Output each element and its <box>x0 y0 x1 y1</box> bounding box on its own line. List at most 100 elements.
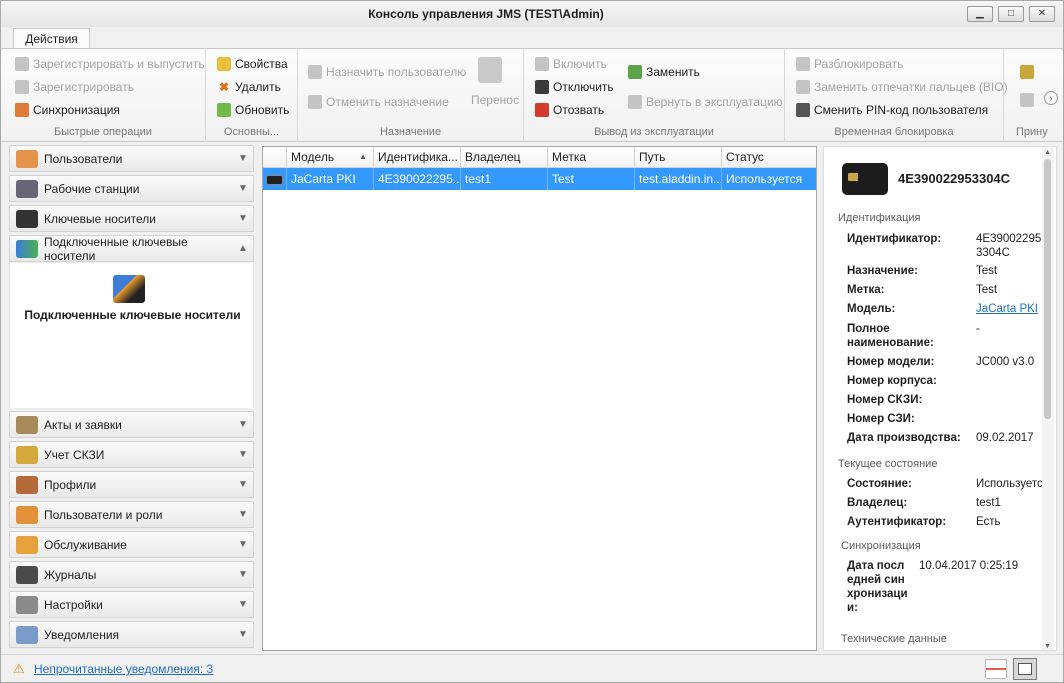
field-value: Test <box>976 265 998 277</box>
group-label: Основны... <box>223 126 280 138</box>
section-title: Технические данные <box>841 633 947 645</box>
detail-scrollbar[interactable]: ▲ ▼ <box>1042 147 1054 650</box>
token-card-icon <box>842 163 888 195</box>
connected-tokens-panel: Подключенные ключевые носители <box>9 263 254 408</box>
properties-button[interactable]: Свойства <box>217 55 288 73</box>
workstation-icon <box>16 179 38 198</box>
transfer-button[interactable]: Перенос <box>471 91 519 109</box>
section-title: Синхронизация <box>841 540 921 552</box>
field-key: Владелец: <box>847 497 908 509</box>
sidebar-item-journals[interactable]: Журналы ▼ <box>9 561 254 588</box>
layout-vertical-icon[interactable] <box>1013 658 1037 680</box>
token-row-icon <box>263 168 287 190</box>
unblock-button[interactable]: Разблокировать <box>796 55 903 73</box>
sidebar-item-settings[interactable]: Настройки ▼ <box>9 591 254 618</box>
group-assignment: Назначить пользователю Отменить назначен… <box>298 49 524 142</box>
delete-button[interactable]: ✖ Удалить <box>217 78 281 96</box>
connected-token-large-icon[interactable] <box>113 275 145 303</box>
column-header-icon[interactable] <box>263 147 287 168</box>
sync-icon <box>15 103 29 117</box>
minimize-icon[interactable]: ▁ <box>967 6 993 22</box>
replace-button[interactable]: Заменить <box>628 63 700 81</box>
refresh-icon <box>217 103 231 117</box>
enable-button[interactable]: Включить <box>535 55 607 73</box>
sidebar-item-connected-tokens[interactable]: Подключенные ключевые носители ▲ <box>9 235 254 263</box>
register-icon <box>15 80 29 94</box>
sidebar-item-maintenance[interactable]: Обслуживание ▼ <box>9 531 254 558</box>
forced-icon-2[interactable] <box>1020 93 1034 107</box>
close-icon[interactable]: ✕ <box>1029 6 1055 22</box>
chevron-down-icon: ▼ <box>238 629 248 640</box>
sidebar-item-profiles[interactable]: Профили ▼ <box>9 471 254 498</box>
unassign-button[interactable]: Отменить назначение <box>308 93 449 111</box>
cell-status: Используется <box>726 172 803 186</box>
chevron-down-icon: ▼ <box>238 599 248 610</box>
disable-button[interactable]: Отключить <box>535 78 614 96</box>
column-header-status[interactable]: Статус <box>722 147 816 168</box>
status-bar: ⚠ Непрочитанные уведомления: 3 <box>1 654 1063 682</box>
model-link[interactable]: JaCarta PKI <box>976 302 1038 316</box>
change-pin-button[interactable]: Сменить PIN-код пользователя <box>796 101 988 119</box>
cell-label: Test <box>548 168 635 190</box>
ribbon-tabs: Действия <box>1 27 1063 50</box>
sync-button[interactable]: Синхронизация <box>15 101 120 119</box>
group-label: Быстрые операции <box>54 126 152 138</box>
scroll-up-icon[interactable]: ▲ <box>1044 149 1051 156</box>
settings-icon <box>16 595 38 614</box>
chevron-down-icon: ▼ <box>238 569 248 580</box>
field-key: Номер корпуса: <box>847 375 937 387</box>
scroll-thumb[interactable] <box>1044 159 1051 419</box>
group-label: Прину <box>1016 126 1048 138</box>
field-key: Назначение: <box>847 265 918 277</box>
scroll-down-icon[interactable]: ▼ <box>1044 643 1051 650</box>
revoke-button[interactable]: Отозвать <box>535 101 604 119</box>
column-header-id[interactable]: Идентифика... <box>374 147 461 168</box>
chevron-down-icon: ▼ <box>238 213 248 224</box>
field-value: Есть <box>976 516 1001 528</box>
sidebar-item-users[interactable]: Пользователи ▼ <box>9 145 254 172</box>
sidebar-item-notifications[interactable]: Уведомления ▼ <box>9 621 254 648</box>
forced-icon[interactable] <box>1020 65 1034 79</box>
selected-section-caption[interactable]: Подключенные ключевые носители <box>10 308 255 322</box>
sidebar-item-acts[interactable]: Акты и заявки ▼ <box>9 411 254 438</box>
sidebar-item-workstations[interactable]: Рабочие станции ▼ <box>9 175 254 202</box>
register-issue-button[interactable]: Зарегистрировать и выпустить <box>15 55 205 73</box>
field-value: 10.04.2017 0:25:19 <box>919 560 1019 572</box>
field-value: - <box>976 323 980 335</box>
sidebar-item-users-roles[interactable]: Пользователи и роли ▼ <box>9 501 254 528</box>
column-header-owner[interactable]: Владелец <box>461 147 548 168</box>
layout-horizontal-icon[interactable] <box>985 659 1007 679</box>
field-key: Модель: <box>847 303 896 315</box>
lock-icon <box>16 445 38 464</box>
return-button[interactable]: Вернуть в эксплуатацию <box>628 93 783 111</box>
replace-fingerprints-button[interactable]: Заменить отпечатки пальцев (BIO) <box>796 78 1008 96</box>
unblock-icon <box>796 57 810 71</box>
column-header-model[interactable]: Модель ▲ <box>287 147 374 168</box>
register-button[interactable]: Зарегистрировать <box>15 78 134 96</box>
tab-actions[interactable]: Действия <box>13 28 90 50</box>
refresh-button[interactable]: Обновить <box>217 101 289 119</box>
assign-user-button[interactable]: Назначить пользователю <box>308 63 466 81</box>
ribbon: Зарегистрировать и выпустить Зарегистрир… <box>1 48 1063 142</box>
section-title: Идентификация <box>838 212 921 224</box>
replace-icon <box>628 65 642 79</box>
return-icon <box>628 95 642 109</box>
sort-asc-icon: ▲ <box>359 152 367 161</box>
ribbon-scroll-icon[interactable]: › <box>1044 91 1058 105</box>
pin-icon <box>796 103 810 117</box>
column-header-label[interactable]: Метка <box>548 147 635 168</box>
chevron-down-icon: ▼ <box>238 509 248 520</box>
properties-icon <box>217 57 231 71</box>
table-row[interactable]: JaCarta PKI 4E390022295... test1 Test te… <box>263 168 816 190</box>
sidebar-item-skzi[interactable]: Учет СКЗИ ▼ <box>9 441 254 468</box>
column-header-path[interactable]: Путь <box>635 147 722 168</box>
disable-icon <box>535 80 549 94</box>
token-icon <box>16 209 38 228</box>
field-key: Номер модели: <box>847 356 935 368</box>
sidebar-item-tokens[interactable]: Ключевые носители ▼ <box>9 205 254 232</box>
group-decommission: Включить Отключить Отозвать Заменить Вер… <box>524 49 785 142</box>
unread-notifications-link[interactable]: Непрочитанные уведомления: 3 <box>34 662 213 676</box>
group-quick-ops: Зарегистрировать и выпустить Зарегистрир… <box>1 49 206 142</box>
maximize-icon[interactable]: □ <box>998 6 1024 22</box>
group-temp-block: Разблокировать Заменить отпечатки пальце… <box>785 49 1008 142</box>
